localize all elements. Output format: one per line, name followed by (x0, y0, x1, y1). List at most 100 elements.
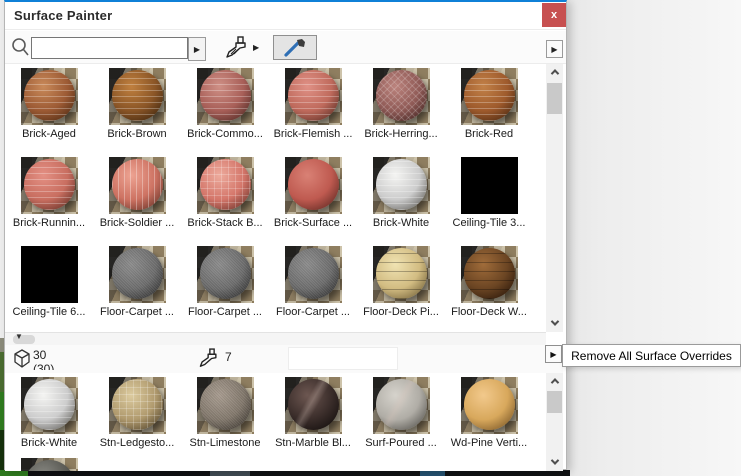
dialog-title: Surface Painter (14, 8, 112, 23)
material-sphere (200, 379, 251, 430)
material-thumb (197, 377, 254, 434)
material-tile[interactable]: Brick-Surface ... (269, 157, 357, 246)
material-tile[interactable]: Floor-Deck W... (445, 246, 533, 332)
material-label: Ceiling-Tile 6... (5, 306, 93, 318)
paint-brush-icon[interactable] (223, 36, 251, 65)
material-tile[interactable]: Wd-Pine Verti... (445, 377, 533, 458)
eyedropper-icon (283, 38, 307, 58)
titlebar[interactable]: Surface Painter x (5, 2, 566, 30)
material-thumb (197, 246, 254, 303)
menu-item-remove-all-overrides[interactable]: Remove All Surface Overrides (563, 345, 740, 366)
eyedropper-button[interactable] (273, 35, 317, 60)
brush-menu-arrow-icon[interactable]: ▶ (253, 43, 259, 52)
material-tile[interactable]: Brick-Stack B... (181, 157, 269, 246)
material-thumb (373, 246, 430, 303)
material-tile[interactable]: Floor-Carpet ... (181, 246, 269, 332)
material-sphere (376, 70, 427, 121)
material-sphere (376, 248, 427, 299)
material-tile[interactable]: Floor-Deck Pi... (357, 246, 445, 332)
material-sphere (112, 248, 163, 299)
material-thumb (197, 157, 254, 214)
scroll-thumb[interactable] (547, 83, 562, 114)
material-tile[interactable]: Brick-White (357, 157, 445, 246)
material-thumb (109, 157, 166, 214)
material-tile[interactable]: Floor-Carpet ... (269, 246, 357, 332)
material-label: Surf-Poured ... (357, 437, 445, 449)
material-sphere (464, 70, 515, 121)
material-tile[interactable]: Stn-Limestone (181, 377, 269, 458)
material-tile[interactable]: Stn-Ledgesto... (93, 377, 181, 458)
search-expand-button[interactable]: ▶ (188, 37, 206, 61)
scroll-up-icon[interactable] (546, 64, 563, 80)
material-label: Brick-Herring... (357, 128, 445, 140)
material-sphere (376, 159, 427, 210)
material-label: Brick-Brown (93, 128, 181, 140)
material-sphere (24, 70, 75, 121)
surfaces-cube-icon (13, 349, 31, 373)
material-thumb (461, 377, 518, 434)
material-tile[interactable]: Ceiling-Tile 3... (445, 157, 533, 246)
palette-splitter[interactable]: ▼ (5, 332, 546, 345)
material-tile[interactable]: Brick-Aged (5, 68, 93, 157)
material-tile[interactable]: Brick-Red (445, 68, 533, 157)
material-thumb (21, 68, 78, 125)
surface-grid-bottom: Brick-WhiteStn-Ledgesto...Stn-LimestoneS… (5, 377, 533, 471)
material-thumb (461, 68, 518, 125)
material-thumb (21, 246, 78, 303)
surface-count-sub: (30) (33, 362, 54, 370)
material-sphere (24, 379, 75, 430)
statusbar-flyout-button[interactable]: ▶ (545, 345, 562, 363)
search-icon (11, 37, 30, 62)
surface-painter-dialog: Surface Painter x ▶ ▶ (4, 0, 567, 470)
scroll-thumb[interactable] (547, 391, 562, 413)
material-tile[interactable]: Brick-White (5, 377, 93, 458)
material-label: Brick-Surface ... (269, 217, 357, 229)
scroll-down-icon[interactable] (546, 454, 563, 470)
palette-flyout-button[interactable]: ▶ (546, 40, 563, 58)
material-tile[interactable]: Floor-Carpet ... (93, 246, 181, 332)
material-tile[interactable]: Ceiling-Tile 6... (5, 246, 93, 332)
material-tile[interactable]: Brick-Commo... (181, 68, 269, 157)
material-tile[interactable]: Brick-Soldier ... (93, 157, 181, 246)
material-tile[interactable]: Stn-Marble Bl... (269, 377, 357, 458)
scroll-down-icon[interactable] (546, 315, 563, 331)
scrollbar-bottom[interactable] (546, 373, 563, 471)
material-sphere (288, 379, 339, 430)
material-thumb (21, 377, 78, 434)
material-thumb (285, 68, 342, 125)
surface-grid-top: Brick-AgedBrick-BrownBrick-Commo...Brick… (5, 68, 533, 332)
material-tile[interactable]: Brick-Brown (93, 68, 181, 157)
material-sphere (376, 379, 427, 430)
surface-catalog-top: Brick-AgedBrick-BrownBrick-Commo...Brick… (5, 64, 546, 332)
material-thumb (285, 377, 342, 434)
material-label: Brick-Red (445, 128, 533, 140)
material-thumb (373, 68, 430, 125)
screen: Surface Painter x ▶ ▶ (0, 0, 741, 476)
material-tile[interactable]: Surf-Poured ... (357, 377, 445, 458)
material-thumb (461, 157, 518, 214)
material-thumb (285, 157, 342, 214)
material-tile[interactable] (5, 458, 93, 471)
painted-brush-icon (197, 348, 221, 374)
material-tile[interactable]: Brick-Flemish ... (269, 68, 357, 157)
status-field[interactable] (288, 347, 398, 370)
material-thumb (109, 68, 166, 125)
scroll-up-icon[interactable] (546, 373, 563, 389)
material-label: Wd-Pine Verti... (445, 437, 533, 449)
material-tile[interactable]: Brick-Herring... (357, 68, 445, 157)
scrollbar-top[interactable] (546, 64, 563, 332)
splitter-handle[interactable]: ▼ (13, 335, 35, 344)
flyout-menu: Remove All Surface Overrides (562, 344, 741, 367)
search-input[interactable] (31, 37, 188, 59)
material-sphere (288, 159, 339, 210)
toolbar: ▶ ▶ ▶ (5, 31, 566, 64)
close-icon[interactable]: x (542, 3, 566, 27)
material-sphere (24, 159, 75, 210)
material-thumb (21, 157, 78, 214)
material-tile[interactable]: Brick-Runnin... (5, 157, 93, 246)
statusbar: 30 (30) 7 (5, 345, 563, 373)
material-thumb (109, 377, 166, 434)
material-label: Brick-Aged (5, 128, 93, 140)
material-label: Floor-Carpet ... (269, 306, 357, 318)
material-sphere (200, 70, 251, 121)
